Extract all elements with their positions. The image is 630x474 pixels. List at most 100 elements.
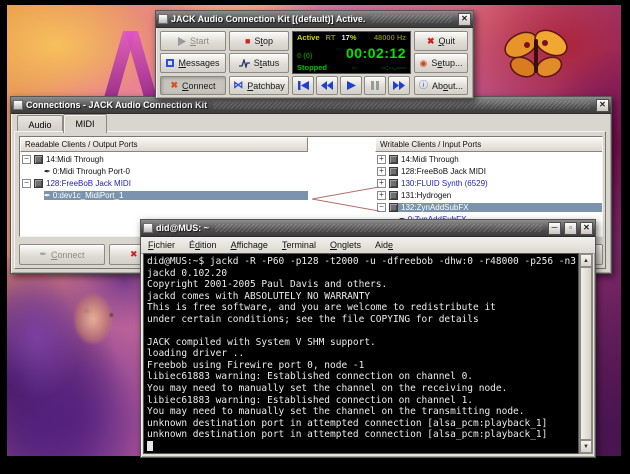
menu-item[interactable]: Fichier xyxy=(141,240,182,250)
connections-titlebar[interactable]: Connections - JACK Audio Connection Kit … xyxy=(11,97,611,114)
menu-item[interactable]: Onglets xyxy=(323,240,368,250)
row-content[interactable]: 14:Midi Through xyxy=(389,155,603,164)
transport-bbt: -- xyxy=(352,64,357,72)
tree-item-label: 14:Midi Through xyxy=(46,155,104,164)
forward-button[interactable] xyxy=(388,76,410,95)
tree-item-label: 14:Midi Through xyxy=(401,155,459,164)
midi-port-icon: ✒ xyxy=(44,191,51,200)
disconnect-x-icon: ✖ xyxy=(130,250,138,259)
window-icon xyxy=(158,14,168,24)
pause-button[interactable] xyxy=(364,76,386,95)
row-content[interactable]: 128:FreeBoB Jack MIDI xyxy=(34,179,308,188)
client-icon xyxy=(389,203,398,212)
stop-button[interactable]: ■ Stop xyxy=(229,31,289,51)
terminal-cursor xyxy=(147,441,153,451)
tree-item[interactable]: − 128:FreeBoB Jack MIDI xyxy=(20,177,308,189)
tree-item-label: 130:FLUID Synth (6529) xyxy=(401,179,488,188)
client-icon xyxy=(389,155,398,164)
jack-title: JACK Audio Connection Kit [(default)] Ac… xyxy=(171,14,365,24)
tree-item[interactable]: +128:FreeBoB Jack MIDI xyxy=(375,165,603,177)
about-button[interactable]: ⓘ About... xyxy=(414,76,468,95)
row-content[interactable]: 14:Midi Through xyxy=(34,155,308,164)
butterfly-image xyxy=(495,25,579,91)
rt-label: RT xyxy=(326,34,336,42)
titlebar-grip xyxy=(215,224,542,232)
about-button-label: About... xyxy=(432,81,463,91)
pause-icon xyxy=(371,81,379,90)
collapse-icon[interactable]: − xyxy=(22,155,31,164)
transport-state: Stopped xyxy=(297,64,327,72)
window-icon xyxy=(13,100,23,110)
connect-icon: ✖ xyxy=(170,81,178,90)
tab-midi[interactable]: MIDI xyxy=(63,114,107,133)
setup-button[interactable]: ◉ Setup... xyxy=(414,53,468,73)
status-display: Active RT 17 % 48000 Hz 0 (0) 00:02:12 S… xyxy=(292,31,411,74)
menu-item[interactable]: Édition xyxy=(182,240,224,250)
client-icon xyxy=(389,167,398,176)
stop-button-label: Stop xyxy=(254,36,273,46)
minimize-icon[interactable]: — xyxy=(548,222,561,235)
server-state: Active xyxy=(297,34,320,42)
collapse-icon[interactable]: − xyxy=(22,179,31,188)
terminal-screen[interactable]: did@MUS:~$ jackd -R -P60 -p128 -t2000 -u… xyxy=(143,253,579,454)
rewind-button[interactable] xyxy=(316,76,338,95)
tree-item[interactable]: ✒0:Midi Through Port-0 xyxy=(20,165,308,177)
status-button[interactable]: Status xyxy=(229,53,289,73)
terminal-titlebar[interactable]: did@MUS: ~ — ▫ ✕ xyxy=(141,220,595,237)
menu-item[interactable]: Affichage xyxy=(224,240,275,250)
patchbay-icon: ⋈ xyxy=(233,81,243,91)
tree-item-label: 131:Hydrogen xyxy=(401,191,451,200)
selected-row-highlight[interactable]: ✒0:dev1c_MidiPort_1 xyxy=(44,191,308,200)
connect-button[interactable]: ✖ Connect xyxy=(160,76,226,95)
tree-item[interactable]: −132:ZynAddSubFX xyxy=(375,201,603,213)
row-content[interactable]: 130:FLUID Synth (6529) xyxy=(389,179,603,188)
row-content[interactable]: ✒0:Midi Through Port-0 xyxy=(44,167,308,176)
close-icon[interactable]: ✕ xyxy=(580,222,593,235)
row-content[interactable]: 128:FreeBoB Jack MIDI xyxy=(389,167,603,176)
play-button[interactable] xyxy=(340,76,362,95)
tree-item[interactable]: +14:Midi Through xyxy=(375,153,603,165)
xrun-count: 0 (0) xyxy=(297,52,312,60)
scroll-down-icon[interactable]: ▼ xyxy=(580,440,592,453)
tree-item[interactable]: ✒0:dev1c_MidiPort_1 xyxy=(20,189,308,201)
tree-item[interactable]: − 14:Midi Through xyxy=(20,153,308,165)
tree-item-label: 128:FreeBoB Jack MIDI xyxy=(46,179,131,188)
close-icon[interactable]: ✕ xyxy=(596,99,609,112)
plug-icon: ✒ xyxy=(39,250,47,259)
play-icon xyxy=(177,37,186,46)
tree-item-label: 0:Midi Through Port-0 xyxy=(53,167,130,176)
scroll-up-icon[interactable]: ▲ xyxy=(580,254,592,267)
writable-clients-header[interactable]: Writable Clients / Input Ports xyxy=(375,137,603,152)
midi-port-icon: ✒ xyxy=(44,167,51,176)
messages-button[interactable]: Messages xyxy=(160,53,226,73)
window-icon xyxy=(143,223,153,233)
fast-forward-icon xyxy=(393,81,405,90)
connect-button-label: Connect xyxy=(182,81,216,91)
titlebar-grip xyxy=(213,101,590,109)
client-icon xyxy=(34,155,43,164)
patchbay-button[interactable]: ⋈ Patchbay xyxy=(229,76,289,95)
titlebar-grip xyxy=(371,15,452,23)
quit-button[interactable]: ✖ Quit xyxy=(414,31,468,51)
start-button-label: Start xyxy=(190,36,209,46)
client-icon xyxy=(389,191,398,200)
connect-button[interactable]: ✒ Connect xyxy=(19,244,105,265)
selected-row-highlight[interactable]: 132:ZynAddSubFX xyxy=(389,203,603,212)
output-ports-tree: −14:Midi Through✒0:Midi Through Port-0−1… xyxy=(20,153,308,201)
terminal-menubar: FichierÉditionAffichageTerminalOngletsAi… xyxy=(141,237,595,254)
terminal-scrollbar[interactable]: ▲ ▼ xyxy=(579,253,593,454)
terminal-title: did@MUS: ~ xyxy=(156,223,209,233)
maximize-icon[interactable]: ▫ xyxy=(564,222,577,235)
rewind-to-start-button[interactable] xyxy=(292,76,314,95)
jack-titlebar[interactable]: JACK Audio Connection Kit [(default)] Ac… xyxy=(156,11,473,28)
scrollbar-thumb[interactable] xyxy=(580,267,592,440)
readable-clients-header[interactable]: Readable Clients / Output Ports xyxy=(20,137,308,152)
elapsed-time: 00:02:12 xyxy=(346,46,406,60)
tree-item[interactable]: +131:Hydrogen xyxy=(375,189,603,201)
tree-item[interactable]: +130:FLUID Synth (6529) xyxy=(375,177,603,189)
close-icon[interactable]: ✕ xyxy=(458,13,471,26)
start-button[interactable]: Start xyxy=(160,31,226,51)
menu-item[interactable]: Aide xyxy=(368,240,400,250)
row-content[interactable]: 131:Hydrogen xyxy=(389,191,603,200)
menu-item[interactable]: Terminal xyxy=(275,240,323,250)
